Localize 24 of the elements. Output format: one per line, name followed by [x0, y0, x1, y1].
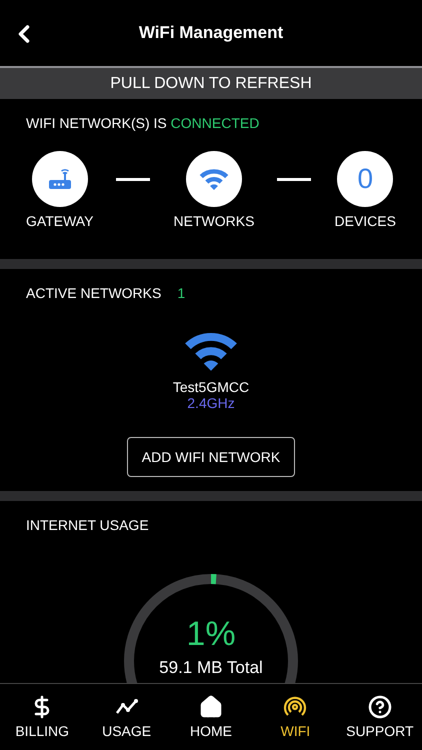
add-network-button[interactable]: ADD WIFI NETWORK — [126, 436, 296, 477]
screen-title: WiFi Management — [138, 23, 284, 43]
wifi-icon — [198, 167, 230, 191]
usage-percent: 1% — [186, 614, 236, 654]
refresh-banner: PULL DOWN TO REFRESH — [0, 68, 422, 99]
frequency-label: 2.4GHz — [187, 394, 235, 411]
tab-item[interactable]: USAGE — [84, 684, 169, 750]
connection-status: WIFI NETWORK(S) IS CONNECTED — [26, 115, 260, 131]
help-icon — [368, 695, 392, 719]
home-icon — [199, 695, 224, 719]
tab-item[interactable]: HOME — [168, 684, 254, 750]
section-title: INTERNET USAGE — [26, 516, 149, 533]
devices-count[interactable]: 0 — [337, 151, 394, 207]
network-count: 1 — [177, 285, 186, 301]
broadcast-icon — [283, 695, 308, 719]
tab-item[interactable]: SUPPORT — [338, 684, 422, 750]
section-title: ACTIVE NETWORKS — [26, 285, 162, 301]
tab-item[interactable]: BILLING — [0, 684, 84, 750]
usage-total: 59.1 MB Total — [159, 658, 263, 678]
network-name: Test5GMCC — [172, 378, 250, 395]
node-label: GATEWAY — [26, 213, 94, 229]
node-label: DEVICES — [334, 213, 396, 229]
tab-item[interactable]: WIFI — [253, 684, 338, 750]
node-label: NETWORKS — [174, 213, 254, 229]
